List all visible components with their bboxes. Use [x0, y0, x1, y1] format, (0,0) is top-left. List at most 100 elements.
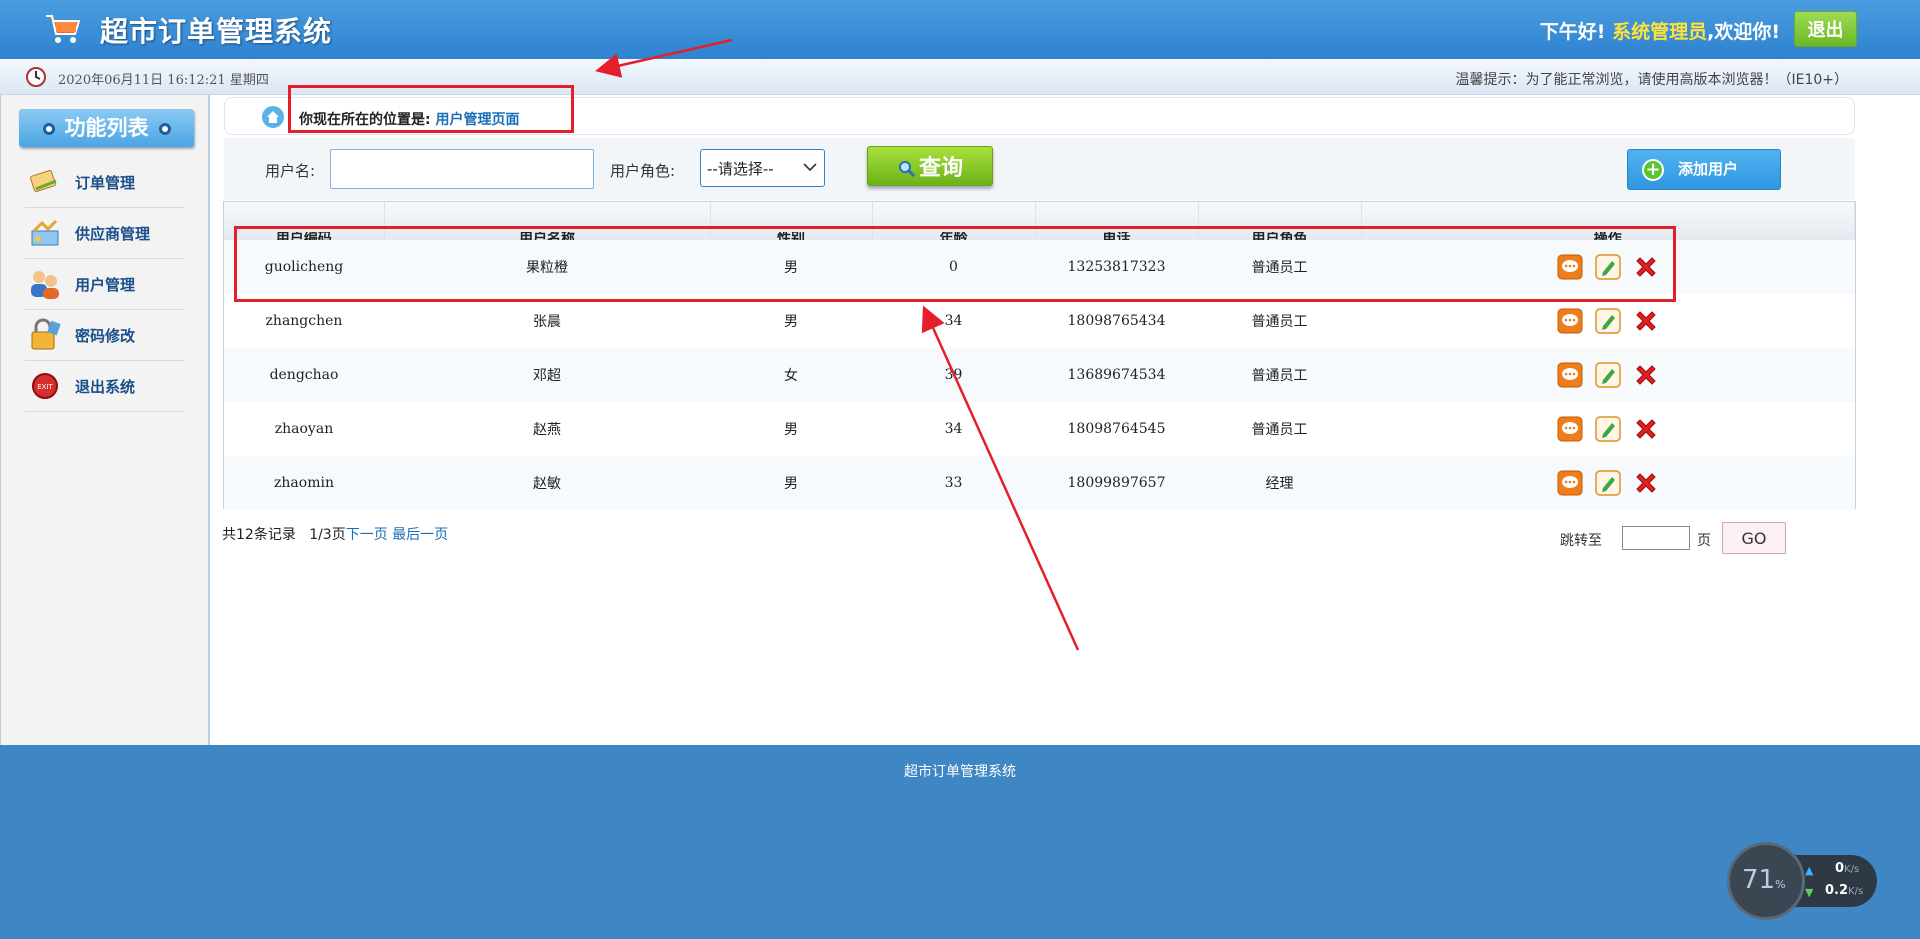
sidebar-item-exit[interactable]: EXIT 退出系统	[25, 361, 185, 412]
jump-page-input[interactable]	[1622, 526, 1690, 550]
sidebar-item-users[interactable]: 用户管理	[25, 259, 185, 310]
cell-role: 普通员工	[1251, 314, 1308, 330]
username-input[interactable]	[330, 149, 594, 189]
footer: 超市订单管理系统	[0, 745, 1920, 939]
cell-actions	[1361, 456, 1855, 510]
cell-actions	[1361, 294, 1855, 348]
greeting-prefix: 下午好!	[1539, 21, 1606, 43]
cell-phone: 18099897657	[1067, 475, 1166, 491]
cell-age: 34	[944, 313, 963, 329]
total-records: 共12条记录	[222, 527, 296, 543]
go-button[interactable]: GO	[1722, 522, 1786, 554]
view-icon[interactable]	[1557, 470, 1583, 496]
edit-icon[interactable]	[1595, 416, 1621, 442]
sidebar-item-password[interactable]: 密码修改	[25, 310, 185, 361]
cell-gender: 男	[784, 476, 798, 492]
view-icon[interactable]	[1557, 362, 1583, 388]
footer-text: 超市订单管理系统	[904, 764, 1016, 780]
greeting-suffix: ,欢迎你!	[1707, 21, 1780, 43]
logout-button[interactable]: 退出	[1794, 11, 1857, 47]
download-speed: 0.2K/s	[1825, 883, 1864, 898]
annotation-box-row	[234, 226, 1676, 302]
clock-icon	[26, 67, 46, 87]
role-label: 用户角色:	[610, 162, 676, 180]
current-datetime: 2020年06月11日 16:12:21 星期四	[58, 73, 269, 88]
edit-icon[interactable]	[1595, 470, 1621, 496]
cell-phone: 18098764545	[1067, 421, 1166, 437]
cell-user-code: zhangchen	[265, 313, 343, 329]
supplier-icon	[25, 215, 65, 251]
table-row: dengchao 邓超 女 39 13689674534 普通员工	[224, 348, 1855, 402]
chevron-down-icon	[803, 163, 817, 172]
add-user-button[interactable]: + 添加用户	[1627, 149, 1781, 190]
username-label: 用户名:	[265, 162, 316, 180]
cell-user-name: 张晨	[533, 314, 561, 330]
cell-gender: 女	[784, 368, 798, 384]
cell-actions	[1361, 348, 1855, 402]
page-indicator: 1/3页	[309, 527, 346, 543]
table-row: zhaomin 赵敏 男 33 18099897657 经理	[224, 456, 1855, 510]
cell-phone: 18098765434	[1067, 313, 1166, 329]
jump-unit: 页	[1697, 533, 1711, 549]
edit-icon[interactable]	[1595, 362, 1621, 388]
delete-icon[interactable]	[1633, 416, 1659, 442]
annotation-box-breadcrumb	[288, 85, 574, 133]
svg-text:EXIT: EXIT	[37, 383, 53, 391]
current-user: 系统管理员	[1612, 21, 1708, 43]
cell-role: 普通员工	[1251, 422, 1308, 438]
exit-icon: EXIT	[25, 368, 65, 404]
cell-user-name: 赵燕	[533, 422, 561, 438]
cell-age: 33	[944, 475, 963, 491]
greeting: 下午好! 系统管理员,欢迎你!	[1540, 17, 1780, 44]
home-icon	[262, 106, 284, 128]
users-icon	[25, 266, 65, 302]
sidebar-item-suppliers[interactable]: 供应商管理	[25, 208, 185, 259]
next-page-link[interactable]: 下一页	[346, 527, 388, 543]
view-icon[interactable]	[1557, 416, 1583, 442]
query-button[interactable]: 查询	[867, 146, 993, 186]
table-row: zhangchen 张晨 男 34 18098765434 普通员工	[224, 294, 1855, 348]
memory-gauge: 71%	[1727, 842, 1805, 920]
sidebar-item-orders[interactable]: 订单管理	[25, 157, 185, 208]
network-monitor-widget[interactable]: ▲ 0K/s ▼ 0.2K/s 71%	[1727, 842, 1877, 922]
download-arrow-icon: ▼	[1805, 886, 1814, 899]
last-page-link[interactable]: 最后一页	[392, 527, 448, 543]
upload-arrow-icon: ▲	[1805, 864, 1814, 877]
cell-role: 普通员工	[1251, 368, 1308, 384]
sidebar-menu: 订单管理 供应商管理 用户管理 密码修改 EXIT 退出系统	[25, 157, 185, 412]
cell-user-name: 邓超	[533, 368, 561, 384]
cell-user-code: zhaomin	[274, 475, 334, 491]
cell-age: 39	[944, 367, 963, 383]
table-row: zhaoyan 赵燕 男 34 18098764545 普通员工	[224, 402, 1855, 456]
app-title: 超市订单管理系统	[100, 15, 333, 48]
role-select[interactable]: --请选择--	[700, 149, 825, 187]
sidebar: 功能列表 订单管理 供应商管理 用户管理 密码修改 EXIT 退出系统	[0, 95, 210, 745]
shopping-cart-icon	[46, 15, 81, 43]
cell-role: 经理	[1265, 476, 1294, 492]
search-icon	[898, 161, 916, 178]
cell-user-name: 赵敏	[533, 476, 561, 492]
function-list-title: 功能列表	[19, 109, 194, 147]
browser-tip: 温馨提示：为了能正常浏览，请使用高版本浏览器！（IE10+）	[1455, 72, 1848, 88]
cell-user-code: dengchao	[269, 367, 339, 383]
order-icon	[25, 164, 65, 200]
cell-user-code: zhaoyan	[274, 421, 334, 437]
lock-icon	[25, 317, 65, 353]
cell-gender: 男	[784, 314, 798, 330]
upload-speed: 0K/s	[1835, 861, 1860, 876]
edit-icon[interactable]	[1595, 308, 1621, 334]
cell-gender: 男	[784, 422, 798, 438]
pagination: 共12条记录 1/3页下一页 最后一页	[222, 524, 448, 544]
delete-icon[interactable]	[1633, 308, 1659, 334]
view-icon[interactable]	[1557, 308, 1583, 334]
app-header: 超市订单管理系统 下午好! 系统管理员,欢迎你! 退出	[0, 0, 1920, 59]
speed-panel: ▲ 0K/s ▼ 0.2K/s	[1793, 855, 1877, 907]
delete-icon[interactable]	[1633, 362, 1659, 388]
cell-actions	[1361, 402, 1855, 456]
plus-icon: +	[1642, 158, 1664, 181]
search-bar: 用户名: 用户角色: --请选择-- 查询 + 添加用户	[224, 138, 1855, 200]
jump-label: 跳转至	[1560, 533, 1602, 549]
cell-age: 34	[944, 421, 963, 437]
cell-phone: 13689674534	[1067, 367, 1166, 383]
delete-icon[interactable]	[1633, 470, 1659, 496]
